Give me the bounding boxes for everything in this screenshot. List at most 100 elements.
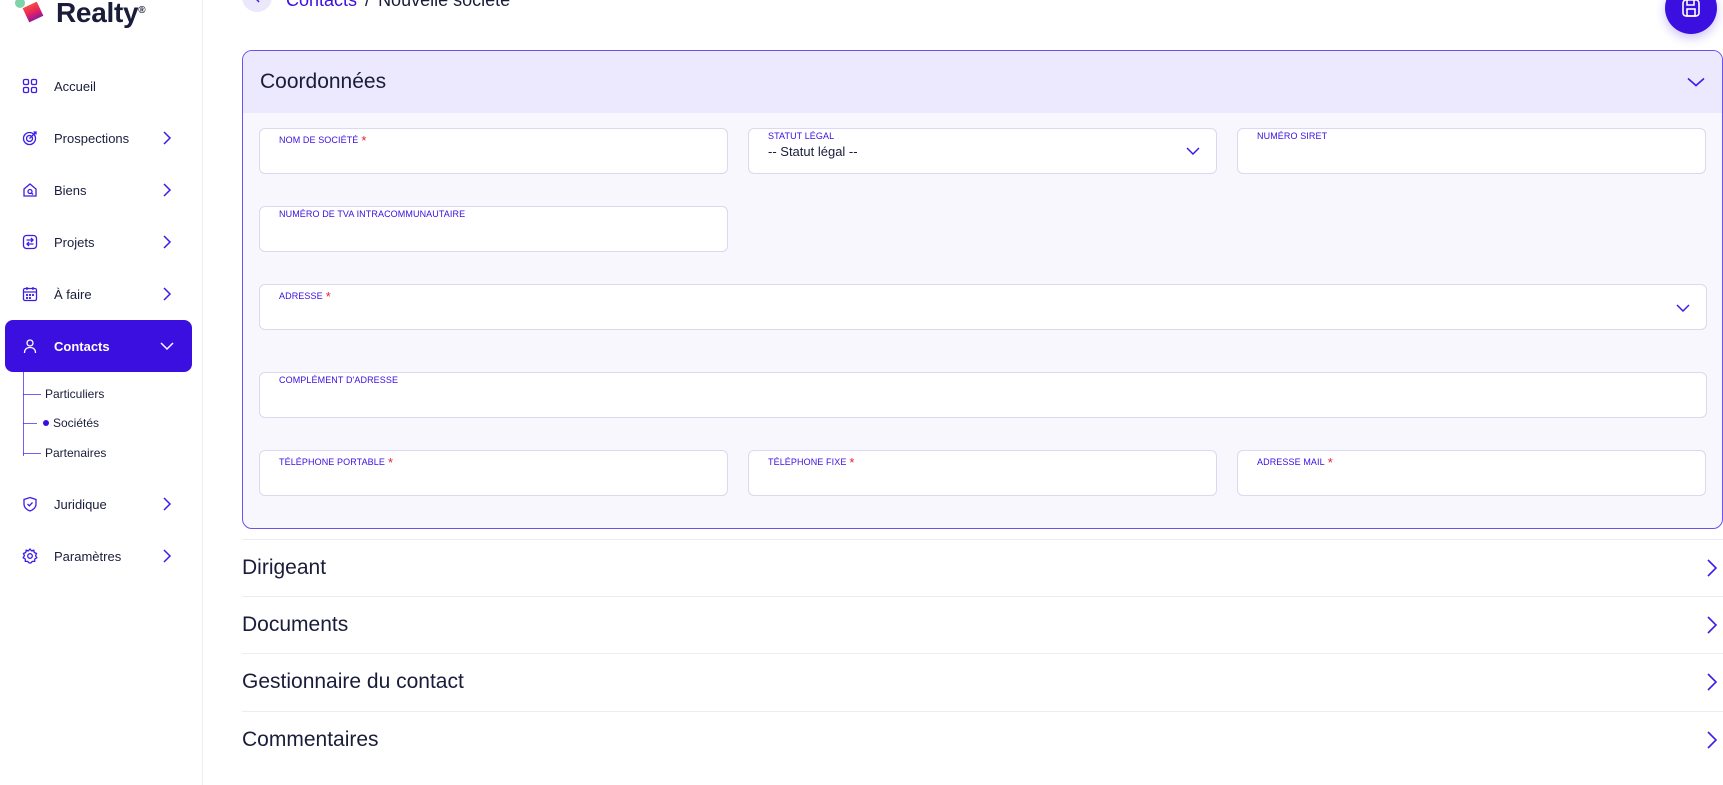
brand-logo[interactable]: Realty® [14, 0, 146, 36]
subnav-label: Partenaires [45, 446, 107, 460]
field-label: Téléphone fixe * [768, 455, 855, 470]
telephone-portable-input[interactable] [278, 469, 689, 491]
field-label: Adresse * [279, 289, 331, 304]
main-nav: Accueil Prospections Biens Projets À fai… [5, 60, 192, 582]
coordonnees-section: Coordonnées Nom de société * Statut légal… [242, 50, 1723, 529]
field-label: Numéro SIRET [1257, 131, 1328, 141]
section-title: Commentaires [242, 728, 379, 751]
field-label: Adresse mail * [1257, 455, 1333, 470]
sidebar-item-a-faire[interactable]: À faire [5, 268, 192, 320]
breadcrumb-link-contacts[interactable]: Contacts [286, 0, 357, 11]
sidebar-item-label: Accueil [54, 78, 96, 94]
adresse-mail-field: Adresse mail * [1237, 450, 1706, 496]
sidebar-item-label: Biens [54, 182, 87, 198]
chevron-right-icon [158, 495, 176, 513]
statut-legal-select[interactable]: Statut légal -- Statut légal -- [748, 128, 1217, 174]
subnav-item-partenaires[interactable]: Partenaires [23, 443, 106, 463]
telephone-fixe-field: Téléphone fixe * [748, 450, 1217, 496]
section-title: Documents [242, 613, 349, 636]
section-gestionnaire-contact[interactable]: Gestionnaire du contact [242, 653, 1723, 710]
sidebar-item-label: Prospections [54, 130, 130, 146]
subnav-label: Particuliers [45, 387, 105, 401]
sidebar-item-contacts[interactable]: Contacts [5, 320, 192, 372]
section-documents[interactable]: Documents [242, 596, 1723, 653]
chevron-right-icon [1701, 671, 1723, 693]
field-label: Complément d'adresse [279, 375, 399, 385]
statut-legal-value: -- Statut légal -- [768, 144, 858, 159]
sidebar-item-biens[interactable]: Biens [5, 164, 192, 216]
sidebar-item-parametres[interactable]: Paramètres [5, 530, 192, 582]
grid-icon [21, 77, 39, 95]
sidebar-item-projets[interactable]: Projets [5, 216, 192, 268]
subnav-tick [23, 452, 41, 454]
adresse-input[interactable] [278, 303, 1668, 325]
subnav-item-societes[interactable]: Sociétés [23, 413, 99, 433]
chevron-right-icon [158, 547, 176, 565]
breadcrumb: Contacts / Nouvelle société [242, 0, 510, 12]
required-asterisk: * [388, 455, 394, 470]
adresse-mail-input[interactable] [1256, 469, 1667, 491]
siret-field: Numéro SIRET [1237, 128, 1706, 174]
sidebar-item-label: Paramètres [54, 548, 122, 564]
complement-adresse-input[interactable] [278, 391, 1668, 413]
telephone-portable-field: Téléphone portable * [259, 450, 728, 496]
contacts-subnav: Particuliers Sociétés Partenaires [5, 372, 192, 472]
logo-mark-icon [14, 0, 52, 33]
required-asterisk: * [325, 289, 331, 304]
chevron-right-icon [158, 129, 176, 147]
field-label: Statut légal [768, 131, 835, 141]
section-dirigeant[interactable]: Dirigeant [242, 539, 1723, 596]
sidebar-item-label: Projets [54, 234, 95, 250]
brand-name: Realty® [56, 0, 146, 28]
save-icon [1682, 0, 1700, 17]
active-dot-icon [43, 420, 49, 426]
house-search-icon [21, 181, 39, 199]
tva-input[interactable] [278, 225, 689, 247]
section-title: Coordonnées [260, 70, 387, 93]
section-commentaires[interactable]: Commentaires [242, 711, 1723, 768]
sidebar-item-label: Juridique [54, 496, 107, 512]
required-asterisk: * [1327, 455, 1333, 470]
chevron-down-icon [1684, 70, 1708, 94]
target-icon [21, 129, 39, 147]
subnav-tick [23, 422, 37, 424]
sidebar-item-juridique[interactable]: Juridique [5, 478, 192, 530]
complement-adresse-field: Complément d'adresse [259, 372, 1707, 418]
section-title: Gestionnaire du contact [242, 670, 464, 693]
telephone-fixe-input[interactable] [767, 469, 1178, 491]
subnav-item-particuliers[interactable]: Particuliers [23, 384, 104, 404]
chevron-left-icon [256, 0, 260, 3]
chevron-down-icon [158, 337, 176, 355]
required-asterisk: * [361, 133, 367, 148]
transfer-icon [21, 233, 39, 251]
sidebar-item-label: Contacts [54, 338, 110, 354]
chevron-down-icon [1184, 142, 1202, 160]
chevron-right-icon [1701, 729, 1723, 751]
section-title: Dirigeant [242, 556, 327, 579]
subnav-tick [23, 393, 41, 395]
field-label: Numéro de TVA intracommunautaire [279, 209, 466, 219]
chevron-right-icon [158, 181, 176, 199]
field-label: Téléphone portable * [279, 455, 394, 470]
sidebar-item-prospections[interactable]: Prospections [5, 112, 192, 164]
save-button[interactable] [1665, 0, 1717, 34]
user-icon [21, 337, 39, 355]
chevron-right-icon [1701, 557, 1723, 579]
coordonnees-header[interactable]: Coordonnées [243, 51, 1722, 113]
sidebar: Realty® Accueil Prospections Biens Proje… [0, 0, 203, 785]
subnav-label: Sociétés [53, 416, 100, 430]
nom-societe-field: Nom de société * [259, 128, 728, 174]
sidebar-item-accueil[interactable]: Accueil [5, 60, 192, 112]
calendar-icon [21, 285, 39, 303]
chevron-right-icon [1701, 614, 1723, 636]
field-label: Nom de société * [279, 133, 367, 148]
required-asterisk: * [849, 455, 855, 470]
back-button[interactable] [242, 0, 272, 12]
chevron-right-icon [158, 285, 176, 303]
siret-input[interactable] [1256, 147, 1667, 169]
chevron-down-icon[interactable] [1674, 299, 1692, 317]
chevron-right-icon [158, 233, 176, 251]
shield-icon [21, 495, 39, 513]
nom-societe-input[interactable] [278, 147, 689, 169]
breadcrumb-current: Nouvelle société [378, 0, 510, 11]
